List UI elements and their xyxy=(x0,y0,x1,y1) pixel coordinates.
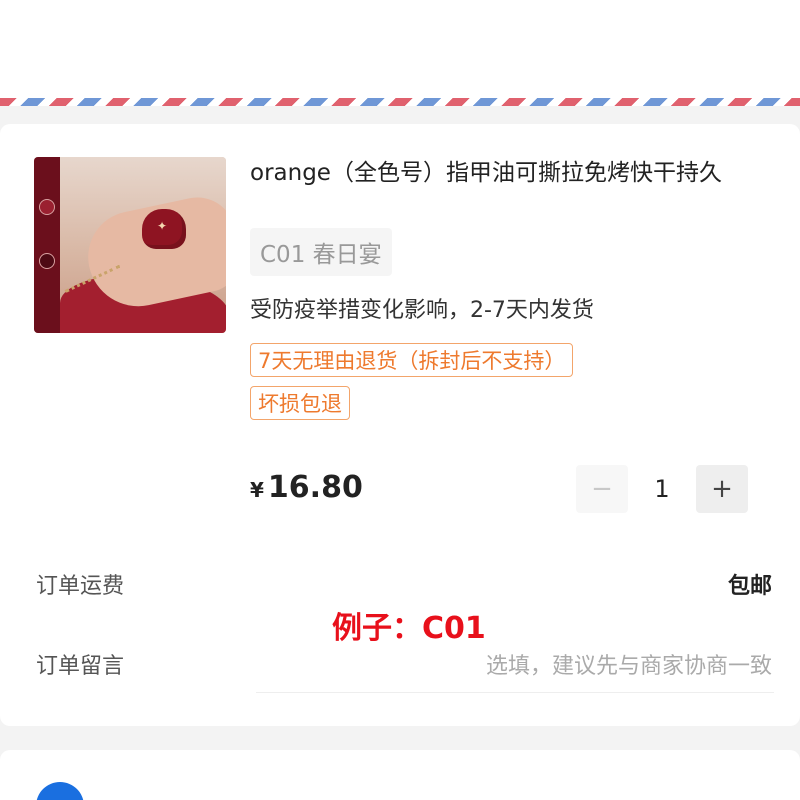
product-thumbnail[interactable]: ✦ xyxy=(34,157,226,333)
order-message-input[interactable]: 选填，建议先与商家协商一致 xyxy=(352,648,772,680)
shipping-notice: 受防疫举措变化影响，2-7天内发货 xyxy=(250,298,594,323)
return-policy-tag: 7天无理由退货（拆封后不支持） xyxy=(250,343,574,377)
thumbnail-sparkle: ✦ xyxy=(157,219,168,233)
top-area xyxy=(0,0,800,100)
shipping-fee-value: 包邮 xyxy=(727,574,772,599)
decrease-quantity-button[interactable]: − xyxy=(576,465,628,513)
price: ¥ 16.80 xyxy=(250,470,363,505)
thumbnail-swatch xyxy=(39,253,55,269)
damage-refund-tag: 坏损包退 xyxy=(250,386,350,420)
product-title[interactable]: orange（全色号）指甲油可撕拉免烤快干持久 xyxy=(250,158,770,188)
thumbnail-swatch xyxy=(39,199,55,215)
quantity-value[interactable]: 1 xyxy=(636,470,688,508)
example-overlay-text: 例子：C01 xyxy=(332,611,486,646)
increase-quantity-button[interactable]: + xyxy=(696,465,748,513)
order-message-label: 订单留言 xyxy=(36,654,125,679)
price-amount: 16.80 xyxy=(267,470,363,505)
currency-symbol: ¥ xyxy=(250,478,264,502)
shipping-fee-label: 订单运费 xyxy=(36,574,125,599)
divider xyxy=(256,692,774,693)
thumbnail-color-strip xyxy=(34,157,60,333)
variant-label: C01 春日宴 xyxy=(260,242,382,268)
next-section-card xyxy=(0,750,800,800)
airmail-border-stripe xyxy=(0,98,800,106)
variant-selector[interactable]: C01 春日宴 xyxy=(250,228,392,276)
